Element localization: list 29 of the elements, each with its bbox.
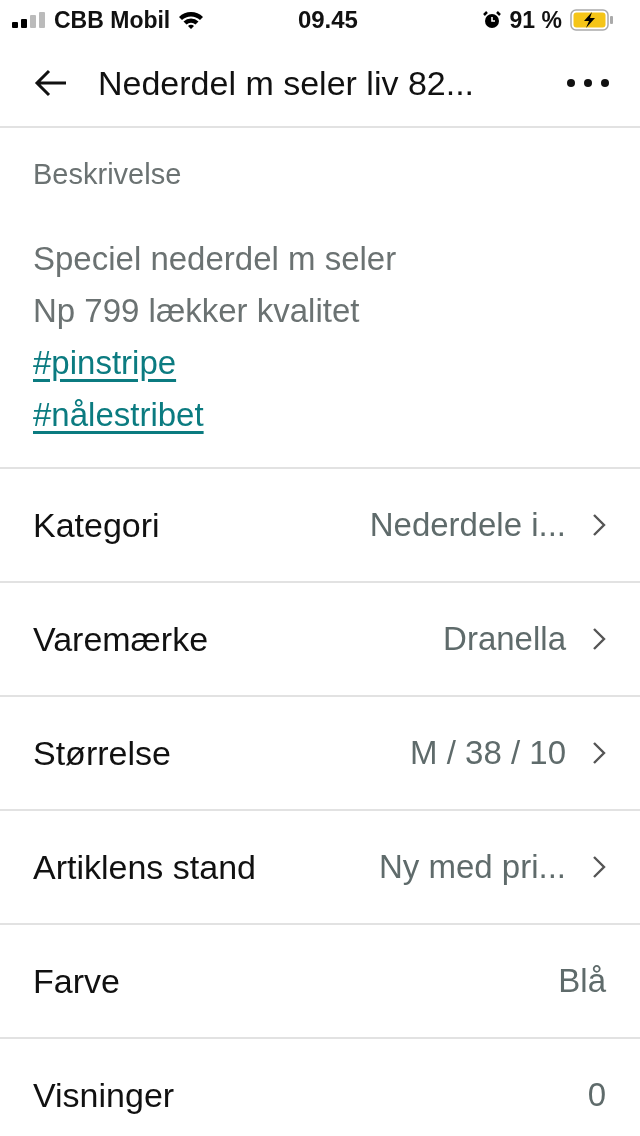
row-value: Blå xyxy=(557,962,606,1000)
more-button[interactable] xyxy=(566,78,610,88)
hashtag-link[interactable]: #nålestribet xyxy=(33,389,204,441)
back-button[interactable] xyxy=(34,69,68,97)
section-heading: Beskrivelse xyxy=(33,158,183,191)
row-value: Nederdele i... xyxy=(368,506,566,544)
row-label: Varemærke xyxy=(33,619,209,659)
more-icon xyxy=(566,78,610,88)
page-title: Nederdel m seler liv 82... xyxy=(98,63,476,103)
row-value: Dranella xyxy=(442,620,566,658)
row-label: Størrelse xyxy=(33,733,171,773)
hashtag-link[interactable]: #pinstripe xyxy=(33,337,177,389)
battery-icon xyxy=(570,9,614,31)
signal-icon xyxy=(12,12,46,28)
row-value: Ny med pri... xyxy=(377,848,566,886)
description-line: Np 799 lækker kvalitet xyxy=(33,291,360,331)
row-label: Visninger xyxy=(33,1075,175,1115)
description-line: Speciel nederdel m seler xyxy=(33,239,397,279)
wifi-icon xyxy=(178,11,205,29)
row-value: M / 38 / 10 xyxy=(409,734,566,772)
row-value: 0 xyxy=(586,1076,606,1114)
row-label: Artiklens stand xyxy=(33,847,256,887)
row-label: Farve xyxy=(33,961,120,1001)
battery-percent: 91 % xyxy=(509,6,562,34)
row-label: Kategori xyxy=(33,505,160,545)
carrier-name: CBB Mobil xyxy=(54,6,171,34)
alarm-icon xyxy=(481,10,502,30)
back-arrow-icon xyxy=(34,69,68,97)
clock-time: 09.45 xyxy=(297,6,358,34)
